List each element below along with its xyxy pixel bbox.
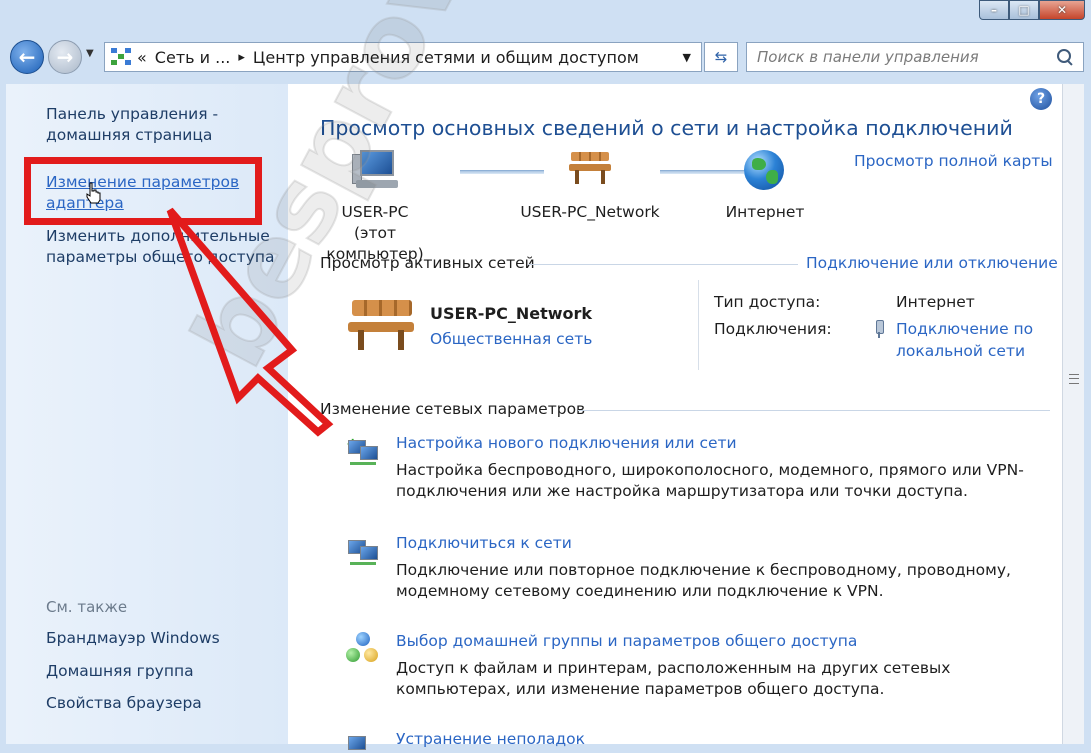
map-node-internet: Интернет <box>710 150 820 223</box>
full-map-link[interactable]: Просмотр полной карты <box>854 152 1053 170</box>
map-node-computer: USER-PC (этот компьютер) <box>320 150 430 265</box>
breadcrumb-separator[interactable]: ▸ <box>238 50 245 65</box>
section-divider <box>578 410 1050 411</box>
connections-label: Подключения: <box>714 320 832 338</box>
navigation-toolbar: ← → ▼ « Сеть и ... ▸ Центр управления се… <box>0 36 1091 80</box>
task-title-link[interactable]: Настройка нового подключения или сети <box>396 434 737 452</box>
active-networks-heading: Просмотр активных сетей <box>320 254 535 272</box>
active-network: USER-PC_Network Общественная сеть <box>346 294 706 364</box>
help-icon[interactable]: ? <box>1030 88 1052 110</box>
sidebar-link-home[interactable]: Панель управления - домашняя страница <box>46 104 282 146</box>
access-type-label: Тип доступа: <box>714 293 821 311</box>
new-connection-icon: + <box>346 434 380 468</box>
task-description: Доступ к файлам и принтерам, расположенн… <box>396 659 951 698</box>
breadcrumb-item-network[interactable]: Сеть и ... <box>155 48 231 67</box>
forward-button[interactable]: → <box>48 40 82 74</box>
active-network-name: USER-PC_Network <box>430 304 593 323</box>
task-description: Настройка беспроводного, широкополосного… <box>396 461 1024 500</box>
maximize-button[interactable]: □ <box>1009 0 1039 20</box>
network-center-icon <box>111 48 131 66</box>
globe-icon <box>742 150 788 192</box>
section-divider <box>528 264 798 265</box>
network-map: USER-PC (этот компьютер) USER-PC_Network… <box>320 150 820 263</box>
task-title-link[interactable]: Подключиться к сети <box>396 534 572 552</box>
change-settings-heading: Изменение сетевых параметров <box>320 400 586 418</box>
task-title-link[interactable]: Выбор домашней группы и параметров общег… <box>396 632 857 650</box>
map-internet-label: Интернет <box>725 203 805 221</box>
task-description: Подключение или повторное подключение к … <box>396 561 1011 600</box>
see-also-firewall[interactable]: Брандмауэр Windows <box>46 629 220 647</box>
annotation-highlight-box <box>24 157 262 225</box>
see-also-heading: См. также <box>46 598 128 616</box>
back-arrow-icon: ← <box>18 45 36 69</box>
map-node-network: USER-PC_Network <box>510 150 670 223</box>
computer-name: USER-PC <box>341 203 409 221</box>
vertical-divider <box>698 280 699 370</box>
connection-lan-link[interactable]: Подключение по локальной сети <box>896 318 1056 362</box>
refresh-button[interactable]: ⇆ <box>704 42 738 72</box>
homegroup-icon <box>346 632 380 666</box>
lan-cable-icon <box>874 320 884 338</box>
breadcrumb-item-network-center[interactable]: Центр управления сетями и общим доступом <box>253 48 639 67</box>
address-dropdown-icon[interactable]: ▼ <box>683 51 691 64</box>
hand-cursor-icon <box>86 182 101 204</box>
see-also-browser-properties[interactable]: Свойства браузера <box>46 694 202 712</box>
search-box <box>746 42 1084 72</box>
back-button[interactable]: ← <box>10 40 44 74</box>
main-content: ? Просмотр основных сведений о сети и на… <box>288 84 1062 750</box>
window-controls: – □ ✕ <box>979 0 1085 22</box>
history-dropdown-icon[interactable]: ▼ <box>86 48 94 59</box>
map-network-name: USER-PC_Network <box>520 203 660 221</box>
computer-icon <box>352 150 398 192</box>
close-button[interactable]: ✕ <box>1039 0 1085 20</box>
public-network-bench-icon <box>346 294 418 352</box>
network-type-link[interactable]: Общественная сеть <box>430 330 592 348</box>
troubleshoot-icon <box>346 730 380 753</box>
forward-arrow-icon: → <box>56 45 74 69</box>
address-bar[interactable]: « Сеть и ... ▸ Центр управления сетями и… <box>104 42 702 72</box>
bench-icon <box>567 150 613 192</box>
vertical-scrollbar[interactable] <box>1062 84 1084 744</box>
page-title: Просмотр основных сведений о сети и наст… <box>320 116 1013 140</box>
refresh-icon: ⇆ <box>714 48 728 66</box>
task-title-link[interactable]: Устранение неполадок <box>396 730 585 748</box>
sidebar-link-sharing-settings[interactable]: Изменить дополнительные параметры общего… <box>46 226 282 268</box>
connect-network-icon <box>346 534 380 568</box>
breadcrumb-overflow[interactable]: « <box>137 48 147 67</box>
see-also-homegroup[interactable]: Домашняя группа <box>46 662 194 680</box>
connect-disconnect-link[interactable]: Подключение или отключение <box>806 254 1058 272</box>
search-icon[interactable] <box>1057 49 1073 65</box>
minimize-button[interactable]: – <box>979 0 1009 20</box>
scrollbar-grip-icon[interactable] <box>1069 374 1079 384</box>
access-type-value: Интернет <box>896 293 975 311</box>
search-input[interactable] <box>757 48 1047 66</box>
